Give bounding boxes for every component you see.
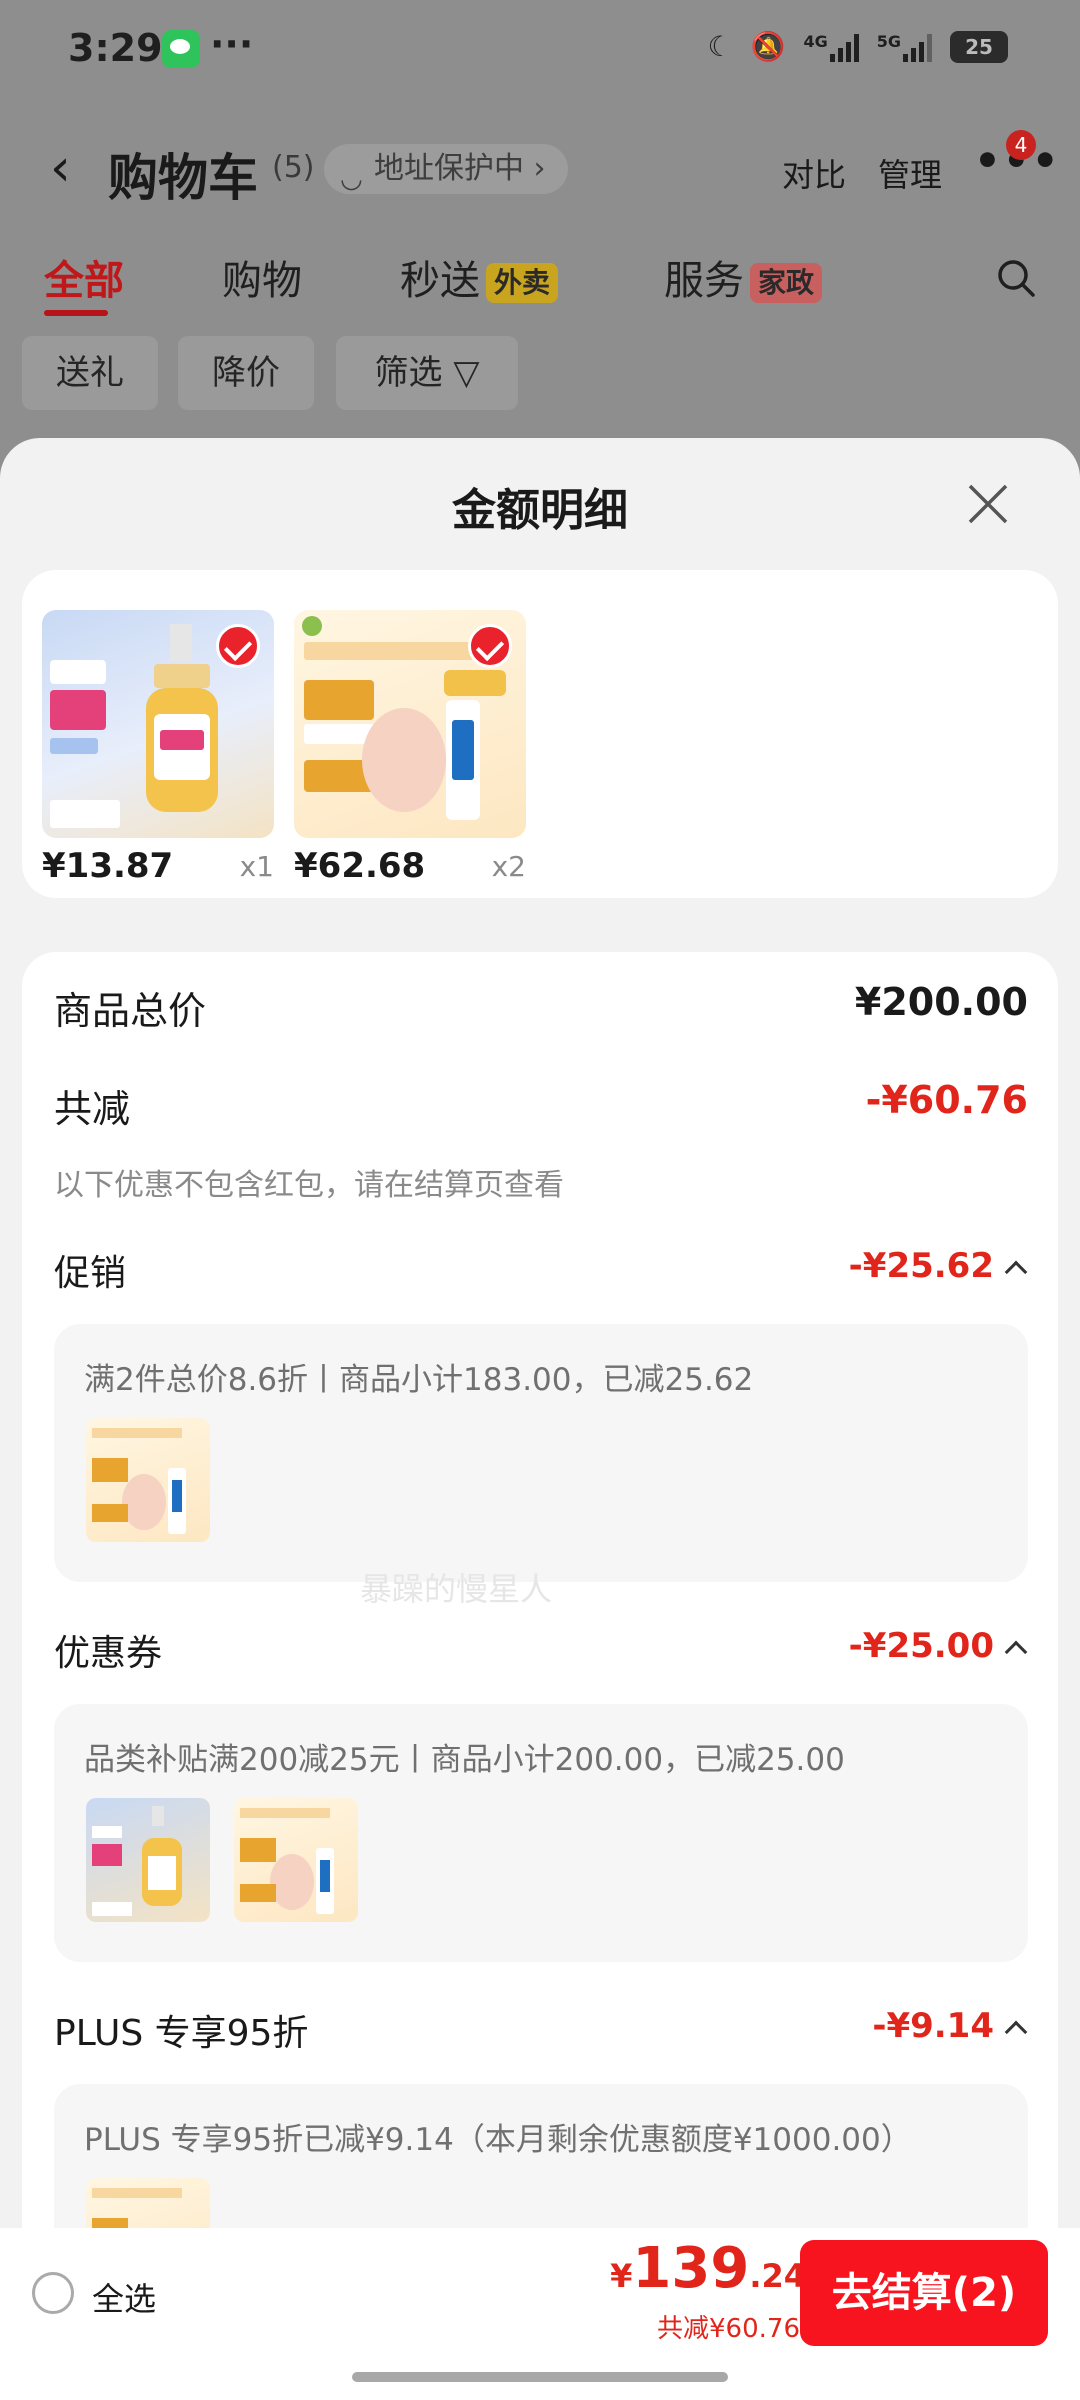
amount-detail-card: 商品总价 ¥200.00 共减 -¥60.76 以下优惠不包含红包，请在结算页查… [22,952,1058,2400]
check-icon[interactable] [216,624,260,668]
address-protect-pill[interactable]: ◡ 地址保护中 › [324,144,568,194]
chevron-up-icon[interactable] [1004,1640,1028,1664]
product-price: ¥62.68 [294,846,426,886]
tab-service-label: 服务 [664,258,744,304]
tab-all[interactable]: 全部 [44,248,124,306]
address-pill-label: 地址保护中 › [374,151,546,186]
product-qty: x1 [239,850,274,883]
select-all-label[interactable]: 全选 [92,2274,156,2320]
total-price: ¥139.24 [610,2236,806,2301]
home-indicator [352,2372,728,2382]
total-discount-label: 共减 [54,1087,131,1131]
moon-icon: ☾ [707,30,733,63]
filter-gift[interactable]: 送礼 [22,336,158,410]
filter-button[interactable]: 筛选 ▽ [336,336,518,410]
housekeeping-tag: 家政 [750,263,823,303]
promotion-value[interactable]: -¥25.62 [849,1246,994,1286]
takeout-tag: 外卖 [486,263,559,303]
filter-price-drop[interactable]: 降价 [178,336,314,410]
plus-desc: PLUS 专享95折已减¥9.14（本月剩余优惠额度¥1000.00） [84,2122,912,2158]
signal-icon: 4G [803,32,859,62]
selected-products-card: ¥13.87 x1 ¥62.68 x2 [22,570,1058,898]
compare-button[interactable]: 对比 [782,150,846,196]
checkout-button[interactable]: 去结算(2) [800,2240,1048,2346]
watermark-text: 暴躁的慢星人 [360,1570,553,1608]
status-icons: ☾ 🔕 4G 5G 25 [707,30,1008,63]
promotion-box: 满2件总价8.6折丨商品小计183.00，已减25.62 [54,1324,1028,1582]
battery-icon: 25 [950,30,1008,63]
tab-underline [44,310,108,316]
status-time: 3:29 [68,26,163,70]
status-bar: 3:29 ··· ☾ 🔕 4G 5G 25 [0,0,1080,100]
category-tabs: 全部 购物 秒送 外卖 服务 家政 [0,248,1080,318]
coupon-desc: 品类补贴满200减25元丨商品小计200.00，已减25.00 [84,1742,845,1778]
plus-value[interactable]: -¥9.14 [872,2006,994,2046]
filter-row: 送礼 降价 筛选 ▽ [0,336,1080,410]
tab-shopping[interactable]: 购物 [222,248,302,306]
coupon-value[interactable]: -¥25.00 [849,1626,994,1666]
check-icon[interactable] [468,624,512,668]
amount-detail-sheet: 金额明细 ¥13.87 x1 ¥62.68 x2 商品总价 ¥200.00 共减… [0,438,1080,2400]
goods-total-label: 商品总价 [54,989,207,1033]
discount-note: 以下优惠不包含红包，请在结算页查看 [54,1168,564,1203]
notification-badge: 4 [1006,130,1036,160]
product-thumb [86,1418,210,1542]
product-image [294,610,526,838]
promotion-label: 促销 [54,1253,127,1294]
product-image [42,610,274,838]
checkout-bar: 全选 ¥139.24 共减¥60.76 去结算(2) [0,2228,1080,2400]
promotion-desc: 满2件总价8.6折丨商品小计183.00，已减25.62 [84,1362,754,1398]
product-price: ¥13.87 [42,846,174,886]
wechat-icon [162,30,200,68]
tab-instant[interactable]: 秒送 外卖 [400,248,559,306]
manage-button[interactable]: 管理 [878,150,942,196]
page-title: 购物车 [108,149,258,207]
signal-icon-2: 5G [877,32,932,62]
cart-count: (5) [272,150,315,185]
currency-symbol: ¥ [610,2257,633,2295]
product-thumb [86,1798,210,1922]
search-icon[interactable] [996,258,1036,298]
plus-label: PLUS 专享95折 [54,2013,309,2054]
total-decimal: .24 [749,2257,806,2295]
radio-icon[interactable] [32,2272,74,2314]
sheet-title: 金额明细 [452,485,628,536]
product-thumb [234,1798,358,1922]
total-discount-value: -¥60.76 [865,1078,1028,1122]
back-icon[interactable]: ‹ [50,138,71,198]
product-item[interactable]: ¥62.68 x2 [294,610,526,886]
saved-amount[interactable]: 共减¥60.76 [657,2308,800,2345]
close-icon[interactable] [962,478,1014,530]
tab-instant-label: 秒送 [400,258,480,304]
tab-service[interactable]: 服务 家政 [664,248,823,306]
product-qty: x2 [491,850,526,883]
chevron-up-icon[interactable] [1004,2020,1028,2044]
status-more-icon: ··· [210,22,254,66]
coupon-box: 品类补贴满200减25元丨商品小计200.00，已减25.00 [54,1704,1028,1962]
shield-icon: ◡ [340,164,363,194]
coupon-label: 优惠券 [54,1633,163,1674]
total-integer: 139 [632,2236,750,2301]
product-item[interactable]: ¥13.87 x1 [42,610,274,886]
mute-icon: 🔕 [750,30,786,63]
chevron-up-icon[interactable] [1004,1260,1028,1284]
goods-total-value: ¥200.00 [854,980,1028,1024]
nav-bar: ‹ 购物车 (5) ◡ 地址保护中 › 对比 管理 ••• 4 [0,128,1080,208]
